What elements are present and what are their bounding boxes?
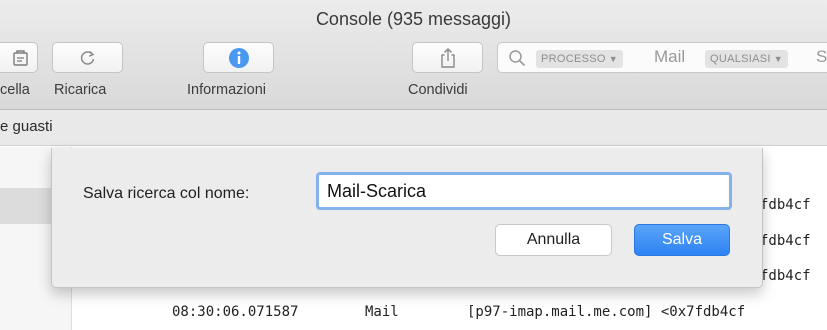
log-row-partial: fdb4cf: [760, 197, 811, 213]
process-filter-token[interactable]: PROCESSO ▼: [536, 50, 623, 68]
clear-button[interactable]: [0, 42, 38, 73]
strip-label: e guasti: [0, 118, 53, 135]
reload-icon: [78, 48, 98, 68]
reload-button[interactable]: [52, 42, 123, 73]
search-icon: [508, 49, 526, 72]
match-any-token[interactable]: QUALSIASI ▼: [705, 50, 788, 68]
search-field[interactable]: PROCESSO ▼ Mail QUALSIASI ▼ S: [497, 42, 827, 73]
log-message: [p97-imap.mail.me.com] <0x7fdb4cf: [467, 304, 746, 320]
window-title: Console (935 messaggi): [315, 9, 512, 29]
info-button[interactable]: [203, 42, 274, 73]
share-button-label: Condividi: [408, 82, 468, 98]
clear-button-label: cella: [0, 82, 30, 98]
process-filter-value: Mail: [654, 47, 686, 66]
clear-icon: [12, 49, 30, 67]
search-trailing-text: S: [816, 47, 827, 66]
share-button[interactable]: [412, 42, 483, 73]
chevron-down-icon: ▼: [773, 54, 783, 64]
save-button[interactable]: Salva: [634, 224, 730, 256]
log-time: 08:30:06.071587: [172, 304, 299, 320]
cancel-button[interactable]: Annulla: [495, 224, 612, 256]
toolbar: Console (935 messaggi) cella Ricarica In…: [0, 0, 827, 110]
log-row-partial: fdb4cf: [760, 268, 811, 284]
info-button-label: Informazioni: [187, 82, 266, 98]
save-search-dialog: Salva ricerca col nome: Annulla Salva: [51, 148, 763, 288]
search-name-label: Salva ricerca col nome:: [83, 185, 250, 202]
share-icon: [438, 47, 458, 69]
log-row-partial: fdb4cf: [760, 233, 811, 249]
process-token-label: PROCESSO: [541, 53, 606, 65]
any-token-label: QUALSIASI: [710, 53, 771, 65]
reload-button-label: Ricarica: [54, 82, 107, 98]
filter-strip: e guasti: [0, 110, 827, 146]
info-icon: [228, 47, 250, 69]
chevron-down-icon: ▼: [608, 54, 618, 64]
search-name-input[interactable]: [316, 172, 732, 210]
log-process: Mail: [365, 304, 399, 320]
